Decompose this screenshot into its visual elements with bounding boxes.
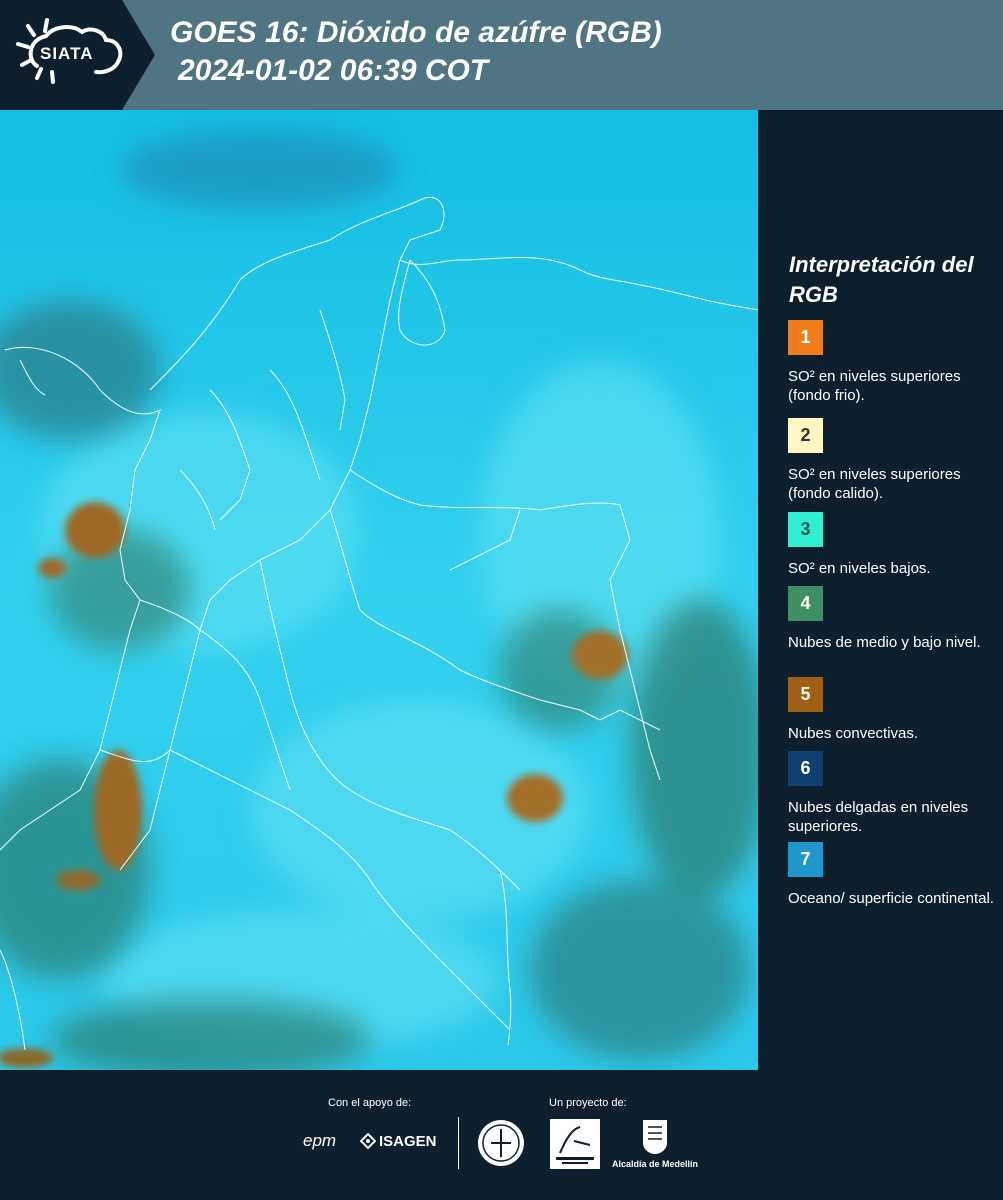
legend-panel: Interpretación del RGB 1 SO² en niveles …	[760, 110, 1003, 1070]
isagen-icon	[359, 1132, 377, 1150]
legend-text: Nubes delgadas en niveles superiores.	[788, 799, 969, 835]
project-label: Un proyecto de:	[549, 1097, 627, 1109]
medellin-seal-icon	[477, 1119, 525, 1167]
legend-swatch: 3	[788, 512, 823, 547]
epm-logo: epm	[303, 1131, 337, 1150]
header-bar: SIATA GOES 16: Dióxido de azúfre (RGB) 2…	[0, 0, 1003, 110]
footer-bar: Con el apoyo de: Un proyecto de: epm ISA…	[0, 1070, 1003, 1200]
title-product: GOES 16: Dióxido de azúfre (RGB)	[170, 16, 662, 49]
legend-swatch: 7	[788, 842, 823, 877]
legend-text: Nubes de medio y bajo nivel.	[788, 634, 981, 651]
title-timestamp: 2024-01-02 06:39 COT	[178, 54, 489, 87]
legend-item: 5 Nubes convectivas.	[788, 677, 998, 743]
legend-text: Nubes convectivas.	[788, 725, 919, 742]
legend-text: SO² en niveles bajos.	[788, 560, 931, 577]
legend-swatch: 5	[788, 677, 823, 712]
legend-text: Oceano/ superficie continental.	[788, 890, 994, 907]
legend-item: 4 Nubes de medio y bajo nivel.	[788, 586, 998, 652]
page-title: GOES 16: Dióxido de azúfre (RGB) 2024-01…	[170, 14, 662, 90]
satellite-map	[0, 110, 758, 1070]
alcaldia-label: Alcaldía de Medellín	[612, 1159, 699, 1169]
legend-item: 3 SO² en niveles bajos.	[788, 512, 998, 578]
legend-item: 6 Nubes delgadas en niveles superiores.	[788, 751, 998, 836]
support-label: Con el apoyo de:	[328, 1097, 412, 1109]
legend-swatch: 4	[788, 586, 823, 621]
legend-swatch: 6	[788, 751, 823, 786]
alcaldia-shield-icon	[642, 1119, 668, 1155]
logo-text: SIATA	[40, 44, 94, 63]
legend-item: 7 Oceano/ superficie continental.	[788, 842, 998, 908]
siata-logo: SIATA	[0, 0, 155, 110]
isagen-logo: ISAGEN	[379, 1133, 437, 1150]
legend-item: 1 SO² en niveles superiores (fondo frio)…	[788, 320, 998, 405]
legend-swatch: 2	[788, 418, 823, 453]
area-metropolitana-logo	[550, 1119, 600, 1169]
legend-title: Interpretación del RGB	[789, 252, 974, 307]
legend-swatch: 1	[788, 320, 823, 355]
satellite-image	[0, 110, 758, 1070]
footer-divider	[458, 1117, 459, 1169]
legend-item: 2 SO² en niveles superiores (fondo calid…	[788, 418, 998, 503]
legend-text: SO² en niveles superiores (fondo frio).	[788, 368, 961, 404]
legend-text: SO² en niveles superiores (fondo calido)…	[788, 466, 961, 502]
